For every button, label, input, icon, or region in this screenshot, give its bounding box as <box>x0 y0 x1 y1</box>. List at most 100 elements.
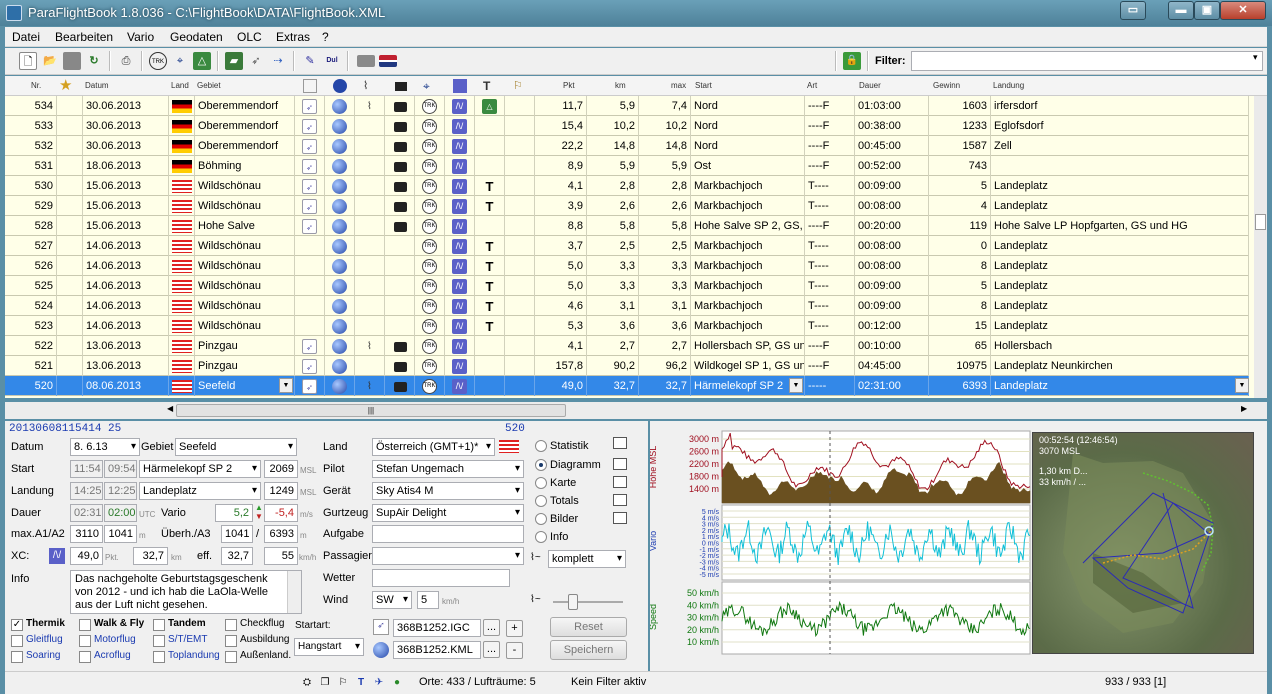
checkbox-6[interactable] <box>153 635 165 647</box>
slider-track[interactable] <box>553 601 623 603</box>
trk-icon[interactable]: TRK <box>422 219 437 234</box>
radio-totals[interactable] <box>535 495 547 507</box>
pen-icon[interactable]: ✎ <box>301 52 319 70</box>
vario-icon[interactable]: /\/ <box>452 359 467 374</box>
horizontal-scroll-thumb[interactable]: ||| <box>176 404 566 417</box>
graph-icon[interactable]: ⌇ <box>363 76 379 96</box>
window-icon[interactable] <box>613 458 627 470</box>
slider-thumb[interactable] <box>568 594 578 610</box>
camera-icon[interactable] <box>394 122 407 132</box>
filter-input[interactable] <box>911 51 1263 71</box>
table-row[interactable]: 522 13.06.2013 Pinzgau ➶ ⌇ TRK /\/ 4,1 2,7 2,7 Hol… <box>5 336 1249 356</box>
xc-points[interactable]: 49,0 <box>70 547 103 565</box>
menu-vario[interactable]: Vario <box>127 30 154 44</box>
camera-icon[interactable] <box>395 82 407 91</box>
lock-icon[interactable]: 🔒 <box>843 52 861 70</box>
startart-select[interactable]: Hangstart <box>294 638 364 656</box>
add-button[interactable]: + <box>506 620 523 637</box>
restore-icon[interactable]: ▭ <box>1120 1 1146 20</box>
gurtzeug-field[interactable]: SupAir Delight <box>372 504 524 522</box>
uberh-field[interactable]: 1041 <box>221 525 253 543</box>
chevron-down-icon[interactable]: ▼ <box>279 378 293 393</box>
trk-icon[interactable]: TRK <box>422 359 437 374</box>
kml-file[interactable]: 368B1252.KML <box>393 641 481 659</box>
trk-icon[interactable]: TRK <box>422 239 437 254</box>
start-time[interactable]: 11:54 <box>70 460 103 478</box>
gps-icon[interactable]: ⌖ <box>423 76 439 96</box>
chevron-down-icon[interactable]: ▼ <box>1235 378 1249 393</box>
info-scrollbar[interactable] <box>287 571 301 613</box>
speed-field[interactable]: 55 <box>264 547 298 565</box>
scroll-right-icon[interactable]: ▶ <box>1241 404 1247 413</box>
vario-min[interactable]: -5,4 <box>264 504 298 522</box>
globe-icon[interactable] <box>332 299 347 314</box>
route-icon[interactable]: ➶ <box>302 159 317 174</box>
minimize-button[interactable]: ▬ <box>1168 1 1194 20</box>
window-icon[interactable] <box>613 494 627 506</box>
vario-icon[interactable]: /\/ <box>452 99 467 114</box>
col-max[interactable]: max <box>671 76 691 96</box>
globe-icon[interactable] <box>332 159 347 174</box>
vario-icon[interactable]: /\/ <box>452 159 467 174</box>
scroll-thumb[interactable] <box>1255 214 1266 230</box>
vario-icon[interactable]: /\/ <box>452 119 467 134</box>
col-start[interactable]: Start <box>695 76 725 96</box>
route-icon[interactable]: ➶ <box>302 219 317 234</box>
vario-icon[interactable]: /\/ <box>452 219 467 234</box>
route-icon[interactable]: ➶ <box>302 139 317 154</box>
trk-icon[interactable]: TRK <box>422 319 437 334</box>
thermal-icon[interactable]: T <box>482 179 497 194</box>
save-button[interactable]: Speichern <box>550 640 627 660</box>
checkbox-11[interactable] <box>225 651 237 663</box>
vario-max[interactable]: 5,2 <box>215 504 253 522</box>
close-button[interactable]: ✕ <box>1220 1 1266 20</box>
trk-icon[interactable]: TRK <box>422 199 437 214</box>
globe-icon[interactable] <box>333 79 347 93</box>
vario-icon[interactable]: /\/ <box>452 279 467 294</box>
camera-icon[interactable] <box>394 382 407 392</box>
dauer-field[interactable]: 02:31 <box>70 504 103 522</box>
globe-icon[interactable] <box>332 139 347 154</box>
globe-icon[interactable] <box>332 99 347 114</box>
refresh-icon[interactable]: ↻ <box>85 52 103 70</box>
globe-icon[interactable] <box>332 339 347 354</box>
chevron-down-icon[interactable]: ▼ <box>789 378 803 393</box>
col-land[interactable]: Land <box>171 76 195 96</box>
trk-icon[interactable]: TRK <box>422 339 437 354</box>
dauer-utc[interactable]: 02:00 <box>104 504 137 522</box>
table-row[interactable]: 530 15.06.2013 Wildschönau ➶ TRK /\/ T 4,1 2,8 2,… <box>5 176 1249 196</box>
table-row[interactable]: 527 14.06.2013 Wildschönau TRK /\/ T 3,7 2,5 2,5… <box>5 236 1249 256</box>
checkbox-5[interactable] <box>79 635 91 647</box>
thermal-icon[interactable]: T <box>482 279 497 294</box>
route-icon[interactable] <box>303 79 317 93</box>
open-folder-icon[interactable]: 📂 <box>41 52 59 70</box>
eff-field[interactable]: 32,7 <box>221 547 253 565</box>
camera-icon[interactable] <box>394 202 407 212</box>
table-row[interactable]: 526 14.06.2013 Wildschönau TRK /\/ T 5,0 3,3 3,3… <box>5 256 1249 276</box>
wind-direction[interactable]: SW <box>372 591 412 609</box>
trk-icon[interactable]: TRK <box>422 259 437 274</box>
mountain-icon[interactable]: △ <box>482 99 497 114</box>
trk-icon[interactable]: TRK <box>149 52 167 70</box>
globe-icon[interactable] <box>332 119 347 134</box>
trk-icon[interactable]: TRK <box>422 299 437 314</box>
thermal-icon[interactable]: T <box>482 259 497 274</box>
camera-icon[interactable] <box>394 102 407 112</box>
new-file-icon[interactable]: 🗋 <box>19 52 37 70</box>
checkbox-2[interactable] <box>153 619 165 631</box>
camera-icon[interactable] <box>394 162 407 172</box>
trk-icon[interactable]: TRK <box>422 139 437 154</box>
menu-olc[interactable]: OLC <box>237 30 262 44</box>
col-gewinn[interactable]: Gewinn <box>933 76 963 96</box>
checkbox-1[interactable] <box>79 619 91 631</box>
vario-icon[interactable]: /\/ <box>452 319 467 334</box>
trk-icon[interactable]: TRK <box>422 159 437 174</box>
table-row[interactable]: 528 15.06.2013 Hohe Salve ➶ TRK /\/ 8,8 5,8 5,8 H… <box>5 216 1249 236</box>
radio-diagramm[interactable] <box>535 459 547 471</box>
thermal-icon[interactable]: T <box>482 239 497 254</box>
reset-button[interactable]: Reset <box>550 617 627 637</box>
scroll-left-icon[interactable]: ◀ <box>167 404 173 413</box>
globe-icon[interactable] <box>332 379 347 394</box>
land-time[interactable]: 14:25 <box>70 482 103 500</box>
thermal-icon[interactable]: T <box>482 299 497 314</box>
